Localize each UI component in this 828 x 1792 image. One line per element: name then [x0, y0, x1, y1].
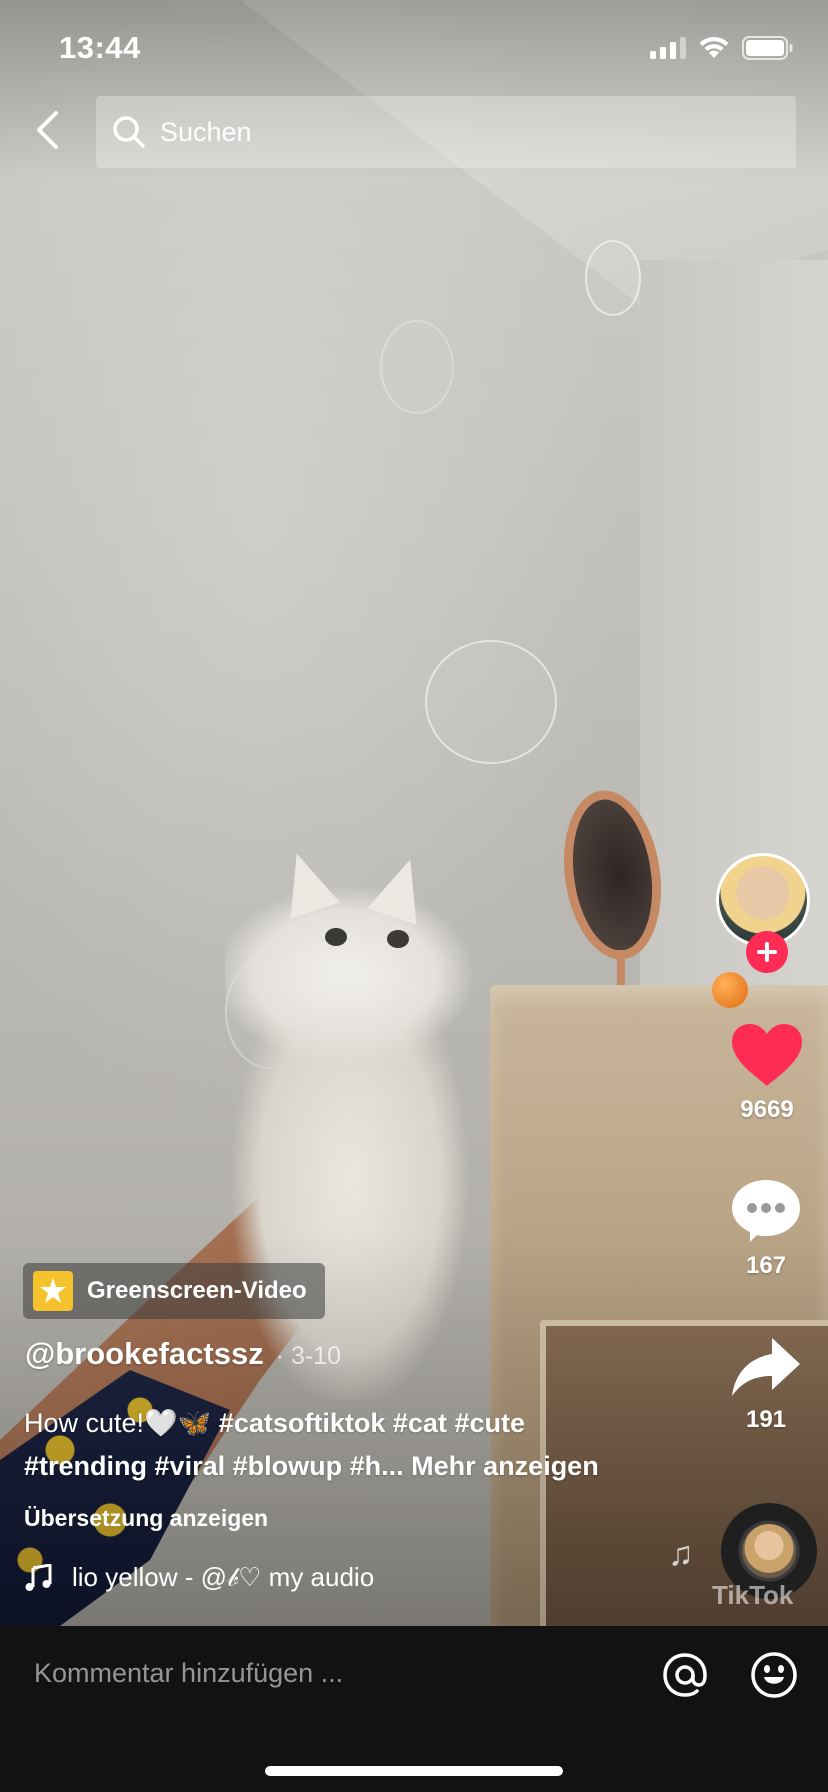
battery-icon [742, 36, 793, 60]
hashtag[interactable]: #cat [393, 1408, 447, 1438]
creator-avatar[interactable] [716, 853, 816, 973]
status-icons [650, 36, 794, 60]
search-icon [113, 116, 145, 148]
comment-count: 167 [745, 1252, 787, 1279]
video-player[interactable] [0, 0, 828, 1626]
greenscreen-effect-icon [33, 1271, 73, 1311]
cellular-signal-icon [650, 37, 686, 59]
video-caption: How cute!🤍🦋 #catsoftiktok #cat #cute #tr… [24, 1402, 664, 1488]
comment-input[interactable]: Kommentar hinzufügen ... [34, 1658, 343, 1689]
video-bubble [425, 640, 557, 764]
follow-button[interactable] [746, 931, 788, 973]
video-bubble [380, 320, 454, 414]
hashtag[interactable]: #h... [350, 1451, 404, 1481]
home-indicator [265, 1766, 563, 1776]
hashtag[interactable]: #trending [24, 1451, 147, 1481]
effect-chip[interactable]: Greenscreen-Video [23, 1263, 325, 1319]
back-button[interactable] [22, 105, 72, 155]
share-count: 191 [745, 1406, 787, 1433]
search-bar[interactable]: Suchen [96, 96, 796, 168]
caption-text: How cute!🤍🦋 [24, 1408, 219, 1438]
status-time: 13:44 [59, 30, 141, 65]
plus-icon [757, 942, 777, 962]
music-disc-cover [742, 1524, 796, 1578]
chevron-left-icon [37, 111, 58, 149]
comment-button[interactable]: 167 [711, 1178, 821, 1280]
watermark-logo: TikTok [712, 1580, 794, 1610]
mention-icon[interactable] [658, 1648, 712, 1702]
music-note-icon [25, 1564, 52, 1591]
share-button[interactable]: 191 [711, 1336, 821, 1434]
hashtag[interactable]: #cute [454, 1408, 525, 1438]
comment-icon [732, 1180, 800, 1242]
author-username[interactable]: @brookefactssz [25, 1336, 264, 1372]
show-translation-link[interactable]: Übersetzung anzeigen [24, 1505, 268, 1532]
post-date: · 3-10 [275, 1342, 342, 1370]
search-placeholder: Suchen [160, 116, 252, 147]
show-more-link[interactable]: Mehr anzeigen [411, 1451, 599, 1481]
like-count: 9669 [740, 1096, 794, 1123]
video-scene-orange [712, 972, 748, 1008]
hashtag[interactable]: #blowup [233, 1451, 343, 1481]
heart-icon [732, 1024, 802, 1086]
hashtag[interactable]: #catsoftiktok [219, 1408, 386, 1438]
music-info[interactable]: lio yellow - @𝒷♡ my audio [24, 1562, 374, 1594]
hashtag[interactable]: #viral [155, 1451, 226, 1481]
like-button[interactable]: 9669 [712, 1022, 822, 1124]
share-arrow-icon [732, 1338, 800, 1396]
emoji-icon[interactable] [747, 1648, 801, 1702]
effect-label: Greenscreen-Video [87, 1277, 307, 1304]
video-bubble [585, 240, 641, 316]
wifi-icon [699, 36, 729, 58]
music-title: lio yellow - @𝒷♡ my audio [72, 1562, 375, 1592]
author-line: @brookefactssz · 3-10 [25, 1336, 341, 1372]
comment-bar: Kommentar hinzufügen ... [0, 1626, 828, 1792]
floating-music-note-icon: ♫ [668, 1535, 694, 1573]
